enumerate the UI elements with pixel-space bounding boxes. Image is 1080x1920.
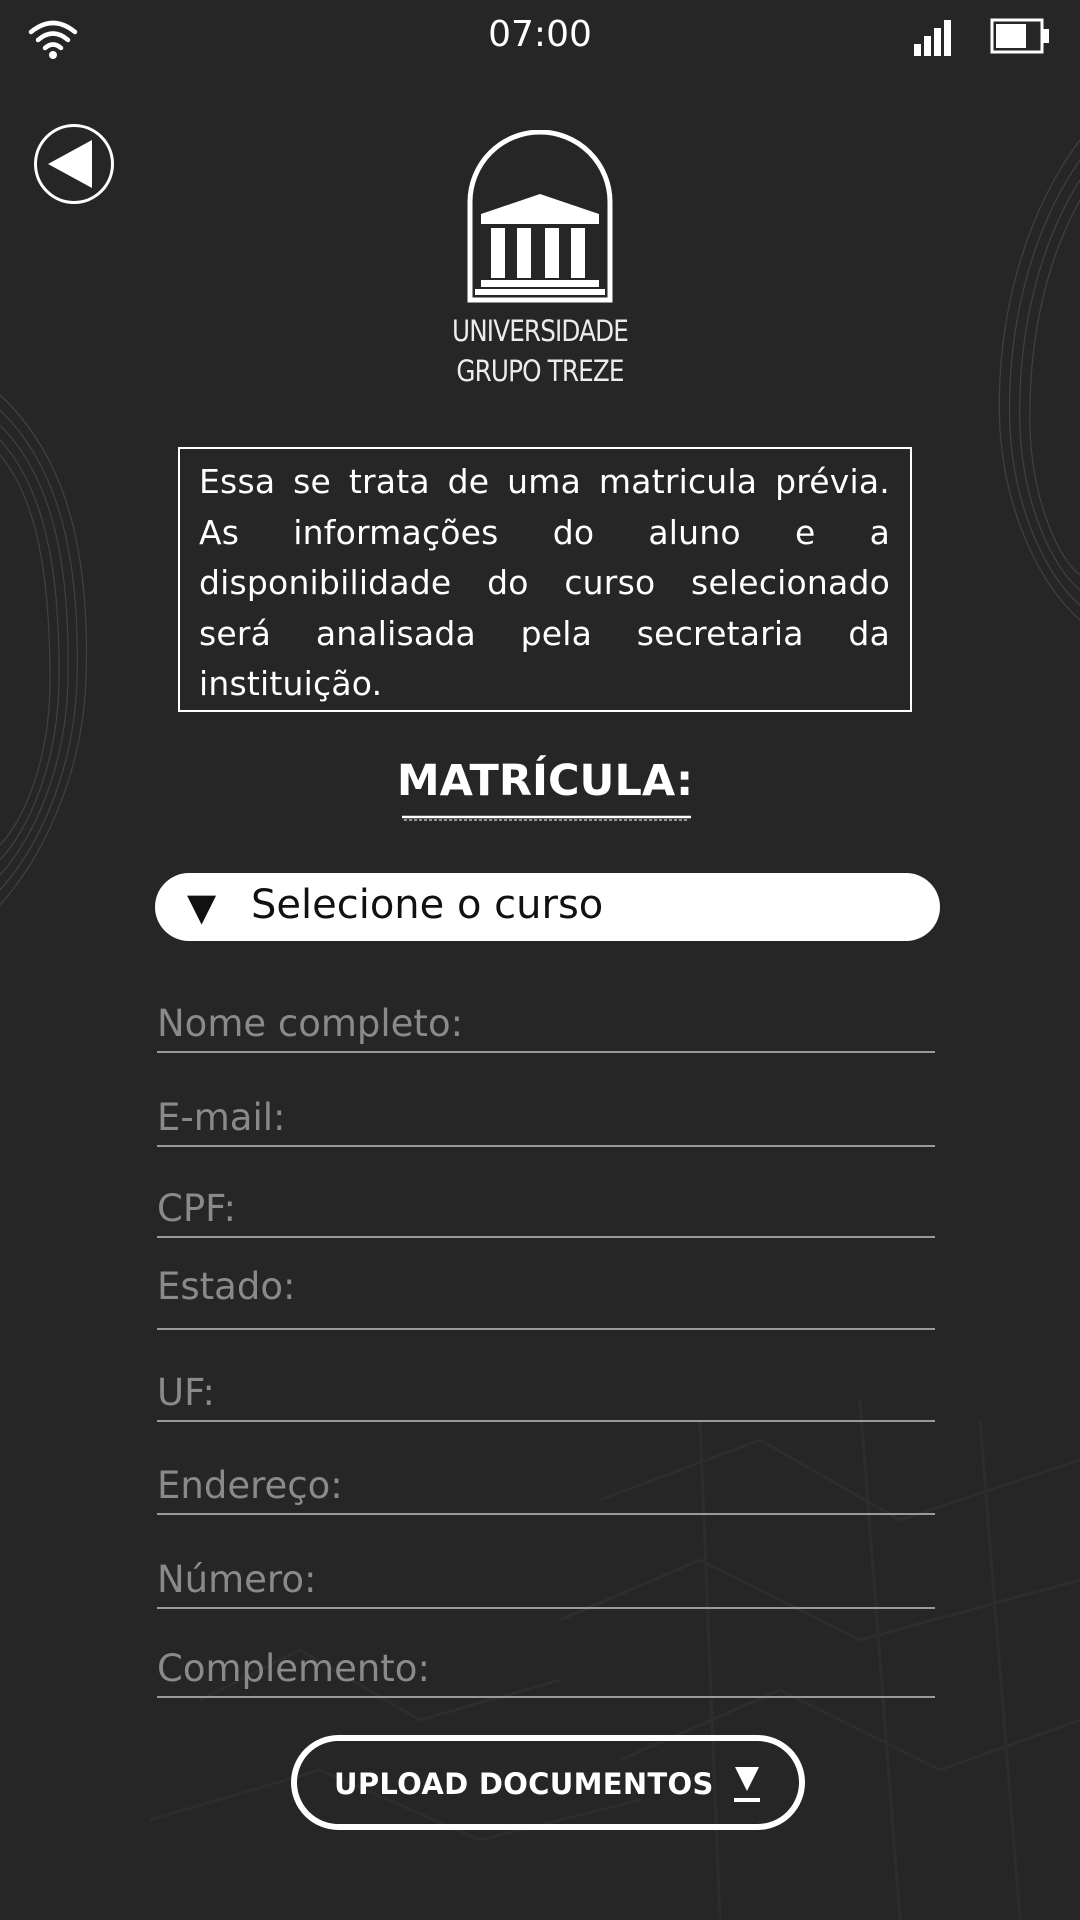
cpf-field-placeholder: CPF: [157,1187,237,1230]
notice-text: Essa se trata de uma matricula prévia. A… [199,462,890,703]
complement-field-placeholder: Complemento: [157,1647,430,1690]
number-field-placeholder: Número: [157,1558,317,1601]
course-select-label: Selecione o curso [251,882,604,928]
title-underline [402,815,691,821]
back-arrow-icon [48,140,92,188]
address-field[interactable]: Endereço: [157,1457,935,1515]
status-bar: 07:00 [0,0,1080,75]
course-select-dropdown[interactable]: ▼ Selecione o curso [155,873,940,941]
logo-text-line1: UNIVERSIDADE [451,314,629,348]
address-field-placeholder: Endereço: [157,1464,343,1507]
dropdown-triangle-icon: ▼ [187,885,217,929]
notice-box: Essa se trata de uma matricula prévia. A… [178,447,912,712]
uf-field[interactable]: UF: [157,1364,935,1422]
state-field[interactable]: Estado: [157,1265,935,1330]
app-screen: 07:00 UNIVERSIDADE GRUPO TREZE Essa se t… [0,0,1080,1920]
university-building-icon [467,130,613,303]
logo-text-line2: GRUPO TREZE [456,354,624,388]
number-field[interactable]: Número: [157,1551,935,1609]
download-arrow-icon [734,1767,760,1802]
battery-icon [990,18,1049,54]
uf-field-placeholder: UF: [157,1371,215,1414]
upload-documents-button[interactable]: UPLOAD DOCUMENTOS [291,1735,805,1830]
signal-icon [914,20,951,56]
email-field[interactable]: E-mail: [157,1089,935,1147]
name-field-placeholder: Nome completo: [157,1002,464,1045]
back-button[interactable] [32,122,116,206]
name-field[interactable]: Nome completo: [157,995,935,1053]
email-field-placeholder: E-mail: [157,1096,286,1139]
upload-button-label: UPLOAD DOCUMENTOS [334,1767,714,1801]
state-field-placeholder: Estado: [157,1265,296,1308]
page-title: MATRÍCULA: [396,756,694,806]
cpf-field[interactable]: CPF: [157,1180,935,1238]
complement-field[interactable]: Complemento: [157,1640,935,1698]
